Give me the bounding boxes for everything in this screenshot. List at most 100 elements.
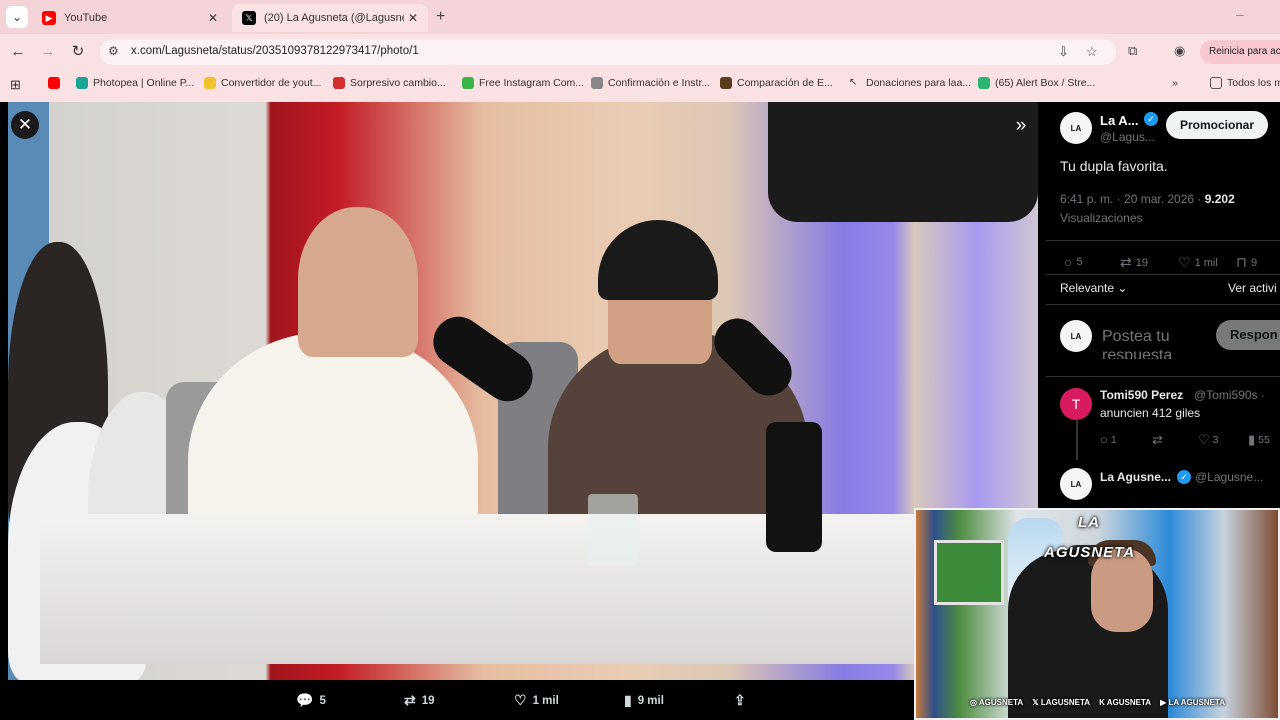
reply-stat[interactable]: ○ 5: [1064, 254, 1083, 270]
reply-avatar[interactable]: T: [1060, 388, 1092, 420]
url-text[interactable]: x.com/Lagusneta/status/20351093781229734…: [131, 45, 419, 57]
social-handles: ◎ AGUSNETA 𝕏 LAGUSNETA K AGUSNETA ▶ LA A…: [970, 698, 1225, 707]
bookmark-alertbox[interactable]: (65) Alert Box / Stre...: [978, 77, 1095, 89]
reply-author[interactable]: La Agusne...: [1100, 470, 1171, 484]
reply-views-stat[interactable]: ▮ 55: [1248, 432, 1270, 448]
like-count: 3: [1212, 434, 1219, 446]
headphones: [598, 220, 718, 300]
share-action[interactable]: ⇪: [734, 692, 752, 709]
divider: [1046, 304, 1280, 305]
divider: [1046, 376, 1280, 377]
like-count: 1 mil: [532, 694, 559, 707]
like-action[interactable]: ♡ 1 mil: [514, 692, 559, 709]
author-name[interactable]: La A...: [1100, 113, 1139, 128]
reply-avatar[interactable]: LA: [1060, 468, 1092, 500]
back-icon[interactable]: ←: [8, 42, 28, 62]
new-tab-icon[interactable]: +: [436, 8, 445, 26]
bookmark-confirmacion[interactable]: Confirmación e Instr...: [591, 77, 710, 89]
bookmark-label: (65) Alert Box / Stre...: [995, 77, 1096, 89]
camera-equipment: [768, 102, 1038, 222]
address-bar[interactable]: ⚙ x.com/Lagusneta/status/203510937812297…: [100, 39, 1116, 65]
site-info-icon[interactable]: ⚙: [108, 44, 119, 58]
repost-icon: ⇄: [1152, 432, 1163, 447]
sort-dropdown[interactable]: Relevante ⌄: [1060, 281, 1127, 295]
tweet-timestamp[interactable]: 6:41 p. m. · 20 mar. 2026 · 9.202: [1060, 192, 1235, 206]
profile-icon[interactable]: ◉: [1174, 43, 1185, 59]
minimize-window-icon[interactable]: –: [1236, 6, 1244, 22]
reply-text: anuncien 412 giles: [1100, 406, 1201, 420]
tab-search-icon[interactable]: ⌄: [6, 6, 28, 28]
youtube-handle: ▶ LA AGUSNETA: [1160, 698, 1226, 707]
author-avatar[interactable]: LA: [1060, 112, 1092, 144]
extensions-icon[interactable]: ⧉: [1128, 43, 1137, 59]
tab-strip: ⌄ ▶ YouTube ✕ 𝕏 (20) La Agusneta (@Lagus…: [0, 0, 1280, 34]
folder-icon: [1210, 77, 1222, 89]
tweet-view-count: 9.202: [1204, 192, 1235, 206]
promote-button[interactable]: Promocionar: [1166, 111, 1268, 139]
reload-icon[interactable]: ↻: [68, 42, 88, 62]
youtube-icon: [48, 77, 60, 89]
bookmark-youtube[interactable]: [48, 77, 65, 89]
social-label: LA AGUSNETA: [1168, 698, 1226, 707]
close-tab-icon[interactable]: ✕: [204, 11, 222, 25]
close-tab-icon[interactable]: ✕: [404, 11, 422, 25]
bookmark-comparacion[interactable]: Comparación de E...: [720, 77, 833, 89]
my-avatar: LA: [1060, 320, 1092, 352]
bookmark-converter[interactable]: Convertidor de yout...: [204, 77, 321, 89]
reply-like-stat[interactable]: ♡ 3: [1198, 432, 1219, 448]
reply-repost-stat[interactable]: ⇄: [1152, 432, 1166, 448]
bookmark-label: Comparación de E...: [737, 77, 833, 89]
author-handle[interactable]: @Lagus...: [1100, 130, 1155, 144]
reply-author[interactable]: Tomi590 Perez: [1100, 388, 1183, 402]
verified-badge-icon: ✓: [1177, 470, 1191, 484]
social-label: AGUSNETA: [1106, 698, 1152, 707]
apps-grid-icon[interactable]: ⊞: [10, 77, 21, 93]
see-activity-link[interactable]: Ver activi: [1228, 281, 1277, 295]
social-label: LAGUSNETA: [1040, 698, 1091, 707]
views-chart-icon: ▮: [1248, 432, 1256, 447]
bookmark-sorpresivo[interactable]: Sorpresivo cambio...: [333, 77, 446, 89]
reply-icon: ○: [1064, 254, 1073, 270]
views-action[interactable]: ▮ 9 mil: [624, 692, 664, 709]
install-app-icon[interactable]: ⇩: [1058, 44, 1069, 60]
forward-icon[interactable]: →: [38, 42, 58, 62]
reply-handle[interactable]: @Tomi590s ·: [1194, 388, 1265, 402]
reply-action[interactable]: 💬 5: [296, 692, 326, 709]
close-photo-button[interactable]: ✕: [11, 111, 39, 139]
repost-icon: ⇄: [1120, 254, 1132, 270]
w-icon: [462, 77, 474, 89]
repost-action[interactable]: ⇄ 19: [404, 692, 435, 709]
restart-button[interactable]: Reinicia para act: [1200, 40, 1280, 64]
repost-count: 19: [421, 694, 435, 707]
bookmark-instagram[interactable]: Free Instagram Com...: [462, 77, 584, 89]
reply-input[interactable]: Postea tu respuesta: [1102, 327, 1212, 359]
divider: [1046, 240, 1280, 241]
expand-panel-icon[interactable]: »: [1008, 113, 1034, 139]
x-handle: 𝕏 LAGUSNETA: [1032, 698, 1091, 707]
bookmark-star-icon[interactable]: ☆: [1086, 44, 1098, 60]
reply-handle[interactable]: @Lagusne...: [1195, 470, 1263, 484]
reply-count: 1: [1110, 433, 1117, 446]
bookmark-stat[interactable]: ⊓ 9: [1236, 254, 1257, 271]
reply-button[interactable]: Respon: [1216, 320, 1280, 350]
view-count: 9 mil: [637, 694, 664, 707]
link-icon: [591, 77, 603, 89]
all-bookmarks[interactable]: Todos los m: [1210, 77, 1280, 89]
like-stat[interactable]: ♡ 1 mil: [1178, 254, 1218, 271]
bookmark-photopea[interactable]: Photopea | Online P...: [76, 77, 194, 89]
instagram-handle: ◎ AGUSNETA: [970, 698, 1024, 707]
tab-x-status[interactable]: 𝕏 (20) La Agusneta (@Lagusneta) ✕: [232, 4, 428, 32]
reply-icon: ○: [1100, 432, 1108, 447]
reply-count: 5: [1076, 256, 1083, 268]
social-label: AGUSNETA: [978, 698, 1024, 707]
bookmark-donaciones[interactable]: ↖ Donaciones para laa...: [849, 77, 971, 89]
sort-label: Relevante: [1060, 281, 1115, 295]
tab-youtube[interactable]: ▶ YouTube ✕: [32, 4, 228, 32]
more-bookmarks-icon[interactable]: »: [1172, 77, 1178, 89]
heart-icon: ♡: [1178, 254, 1191, 270]
bookmark-icon: ⊓: [1236, 254, 1247, 270]
reply-reply-stat[interactable]: ○ 1: [1100, 432, 1117, 447]
repost-stat[interactable]: ⇄ 19: [1120, 254, 1148, 271]
news-icon: [333, 77, 345, 89]
repost-icon: ⇄: [404, 692, 416, 708]
